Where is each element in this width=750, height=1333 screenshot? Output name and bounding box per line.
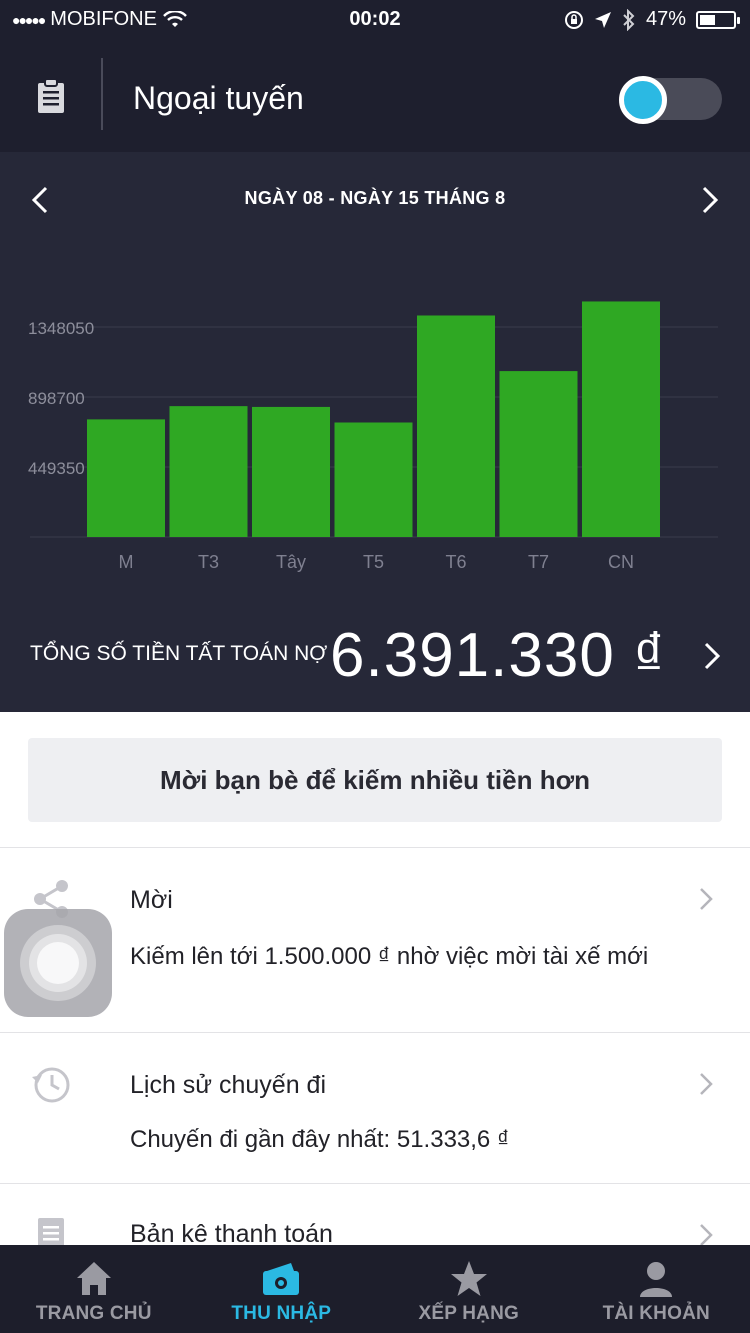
x-tick-label: M <box>119 552 134 572</box>
y-tick-label: 449350 <box>28 459 85 478</box>
orientation-lock-icon <box>564 10 583 29</box>
list-item-trip-history[interactable]: Lịch sử chuyến đi Chuyến đi gần đây nhất… <box>0 1033 750 1183</box>
tab-label: TÀI KHOẢN <box>602 1303 710 1324</box>
x-tick-label: T6 <box>445 552 466 572</box>
star-icon <box>450 1261 487 1296</box>
status-bar: ●●●●● MOBIFONE 00:02 47% <box>0 0 750 40</box>
row-subtitle: Chuyến đi gần đây nhất: 51.333,6 ₫ <box>130 1126 510 1153</box>
earnings-icon <box>263 1263 300 1295</box>
x-tick-label: T7 <box>528 552 549 572</box>
bar-m[interactable] <box>87 419 165 537</box>
battery-icon <box>696 10 740 29</box>
account-icon <box>640 1262 673 1297</box>
list-item-payment-statement[interactable]: Bản kê thanh toán <box>0 1184 750 1245</box>
online-status-title: Ngoại tuyến <box>133 80 304 116</box>
row-subtitle: Kiếm lên tới 1.500.000 ₫ nhờ việc mời tà… <box>130 943 649 970</box>
tab-bar: TRANG CHỦ THU NHẬP XẾP HẠNG TÀI KHOẢN <box>0 1245 750 1333</box>
history-icon <box>32 1067 70 1103</box>
chevron-right-icon <box>700 888 713 910</box>
battery-percent: 47% <box>645 8 686 30</box>
total-label: TỔNG SỐ TIỀN TẤT TOÁN NỢ <box>30 642 328 665</box>
bluetooth-icon <box>623 8 635 31</box>
chevron-right-icon <box>700 1073 713 1095</box>
earnings-chart-panel: NGÀY 08 - NGÀY 15 THÁNG 8 449350 898700 13… <box>0 152 750 712</box>
tab-home[interactable]: TRANG CHỦ <box>0 1245 188 1333</box>
tab-label: XẾP HẠNG <box>418 1303 519 1324</box>
tab-label: TRANG CHỦ <box>35 1303 152 1324</box>
row-title: Lịch sử chuyến đi <box>130 1071 327 1099</box>
status-right: 47% <box>564 8 740 31</box>
location-icon <box>594 11 611 28</box>
bar-cn[interactable] <box>582 301 660 537</box>
row-title: Mời <box>130 886 173 914</box>
header: Ngoại tuyến <box>0 40 750 152</box>
tab-rating[interactable]: XẾP HẠNG <box>375 1245 563 1333</box>
bar-tây[interactable] <box>252 406 330 537</box>
total-value: 6.391.330 ₫ <box>330 621 666 690</box>
clipboard-icon[interactable] <box>36 78 66 114</box>
online-toggle[interactable] <box>619 76 722 124</box>
x-tick-label: Tây <box>276 552 306 572</box>
tab-label: THU NHẬP <box>231 1303 332 1324</box>
x-tick-label: T5 <box>363 552 384 572</box>
earnings-bar-chart: 449350 898700 1348050 M T3 Tây T5 T6 T7 CN <box>28 301 718 572</box>
chevron-right-icon <box>700 1224 713 1245</box>
y-tick-label: 1348050 <box>28 319 94 338</box>
invite-friends-button[interactable]: Mời bạn bè để kiếm nhiều tiền hơn <box>28 738 722 822</box>
bar-t5[interactable] <box>334 422 413 537</box>
bar-t7[interactable] <box>499 371 578 537</box>
home-icon <box>76 1262 111 1295</box>
tab-account[interactable]: TÀI KHOẢN <box>563 1245 750 1333</box>
top-bar: ●●●●● MOBIFONE 00:02 47% Ngoại tuyến <box>0 0 750 152</box>
x-tick-label: CN <box>608 552 634 572</box>
bar-t3[interactable] <box>169 406 248 537</box>
week-range-label: NGÀY 08 - NGÀY 15 THÁNG 8 <box>244 188 506 208</box>
tab-earnings[interactable]: THU NHẬP <box>188 1245 376 1333</box>
assistive-ring-inner <box>37 942 79 984</box>
battery-level <box>700 14 715 25</box>
next-week-button[interactable] <box>688 182 728 218</box>
x-tick-label: T3 <box>198 552 219 572</box>
list-item-invite[interactable]: Mời Kiếm lên tới 1.500.000 ₫ nhờ việc mờ… <box>0 848 750 1032</box>
week-navigator: NGÀY 08 - NGÀY 15 THÁNG 8 <box>0 178 750 218</box>
chevron-right-icon[interactable] <box>696 636 726 676</box>
statement-icon <box>38 1218 64 1245</box>
y-tick-label: 898700 <box>28 389 85 408</box>
row-title: Bản kê thanh toán <box>130 1220 333 1245</box>
total-row[interactable]: TỔNG SỐ TIỀN TẤT TOÁN NỢ 6.391.330 ₫ <box>0 612 750 702</box>
bar-t6[interactable] <box>417 315 495 537</box>
toggle-knob <box>619 76 667 124</box>
header-divider <box>101 58 103 130</box>
assistive-touch-button[interactable] <box>4 909 112 1017</box>
